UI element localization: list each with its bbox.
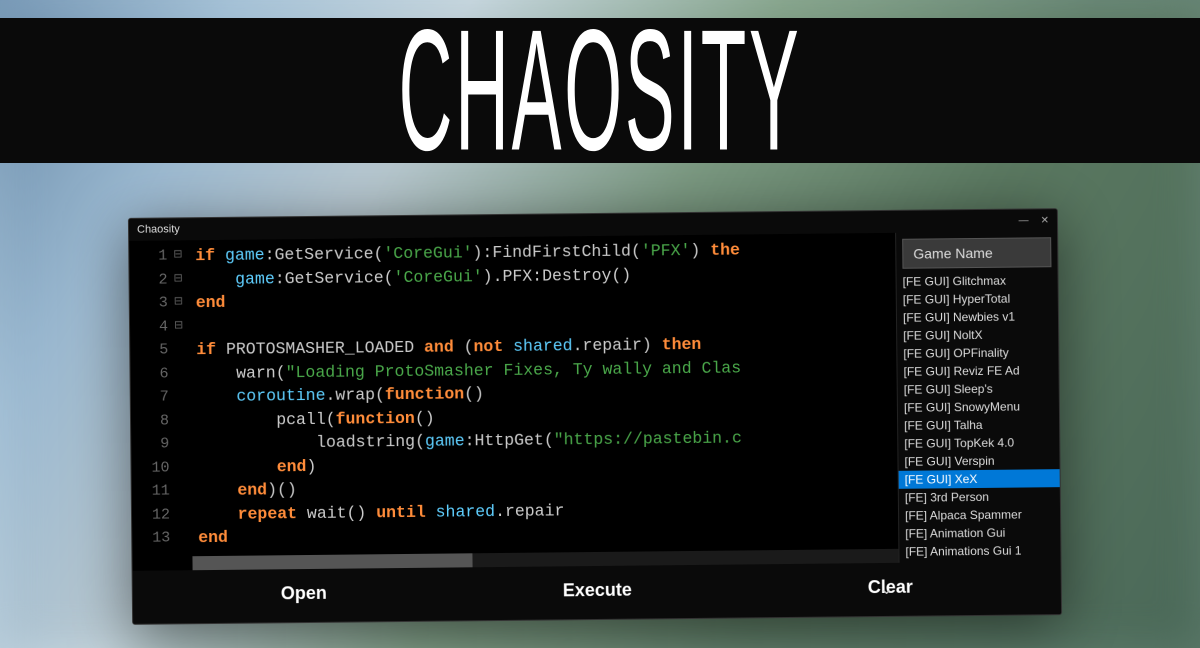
window-controls: — ✕	[1019, 215, 1050, 226]
action-buttons: Open Execute Clear	[133, 561, 1062, 624]
close-icon[interactable]: ✕	[1041, 215, 1050, 226]
script-list-header[interactable]: Game Name	[902, 237, 1051, 269]
app-title: CHAOSITY	[399, 0, 802, 190]
list-item[interactable]: [FE GUI] Glitchmax	[897, 271, 1058, 291]
list-item[interactable]: [FE GUI] Talha	[898, 415, 1059, 435]
script-list[interactable]: [FE GUI] Glitchmax[FE GUI] HyperTotal[FE…	[897, 271, 1061, 563]
list-item[interactable]: [FE GUI] HyperTotal	[897, 289, 1058, 309]
code-editor[interactable]: 12345678910111213 ⊟ ⊟ ⊟⊟ if game:GetServ…	[129, 233, 898, 571]
title-banner: CHAOSITY	[0, 18, 1200, 163]
minimize-icon[interactable]: —	[1019, 215, 1029, 226]
list-item[interactable]: [FE GUI] OPFinality	[897, 343, 1058, 363]
window-title: Chaosity	[137, 223, 180, 235]
horizontal-scroll-thumb[interactable]	[192, 553, 472, 570]
list-item[interactable]: [FE] Animations Gui 1	[899, 541, 1060, 561]
execute-button[interactable]: Execute	[563, 580, 632, 602]
list-item[interactable]: [FE GUI] Sleep's	[898, 379, 1059, 399]
open-button[interactable]: Open	[281, 583, 327, 604]
list-item[interactable]: [FE GUI] Verspin	[898, 451, 1059, 471]
list-item[interactable]: [FE GUI] TopKek 4.0	[898, 433, 1059, 453]
chevron-down-icon[interactable]: ⌄	[880, 579, 894, 599]
list-item[interactable]: [FE GUI] NoltX	[897, 325, 1058, 345]
list-item[interactable]: [FE] Alpaca Spammer	[899, 505, 1060, 525]
list-item[interactable]: [FE GUI] XeX	[899, 469, 1060, 489]
executor-window: Chaosity — ✕ 12345678910111213 ⊟ ⊟ ⊟⊟ if…	[128, 208, 1062, 625]
list-item[interactable]: [FE] 3rd Person	[899, 487, 1060, 507]
list-item[interactable]: [FE GUI] Newbies v1	[897, 307, 1058, 327]
list-item[interactable]: [FE GUI] Reviz FE Ad	[897, 361, 1058, 381]
script-list-panel: Game Name [FE GUI] Glitchmax[FE GUI] Hyp…	[895, 231, 1060, 563]
list-item[interactable]: [FE] Animation Gui	[899, 523, 1060, 543]
line-number-gutter: 12345678910111213	[129, 240, 176, 570]
list-item[interactable]: [FE GUI] SnowyMenu	[898, 397, 1059, 417]
code-content[interactable]: if game:GetService('CoreGui'):FindFirstC…	[189, 234, 743, 570]
